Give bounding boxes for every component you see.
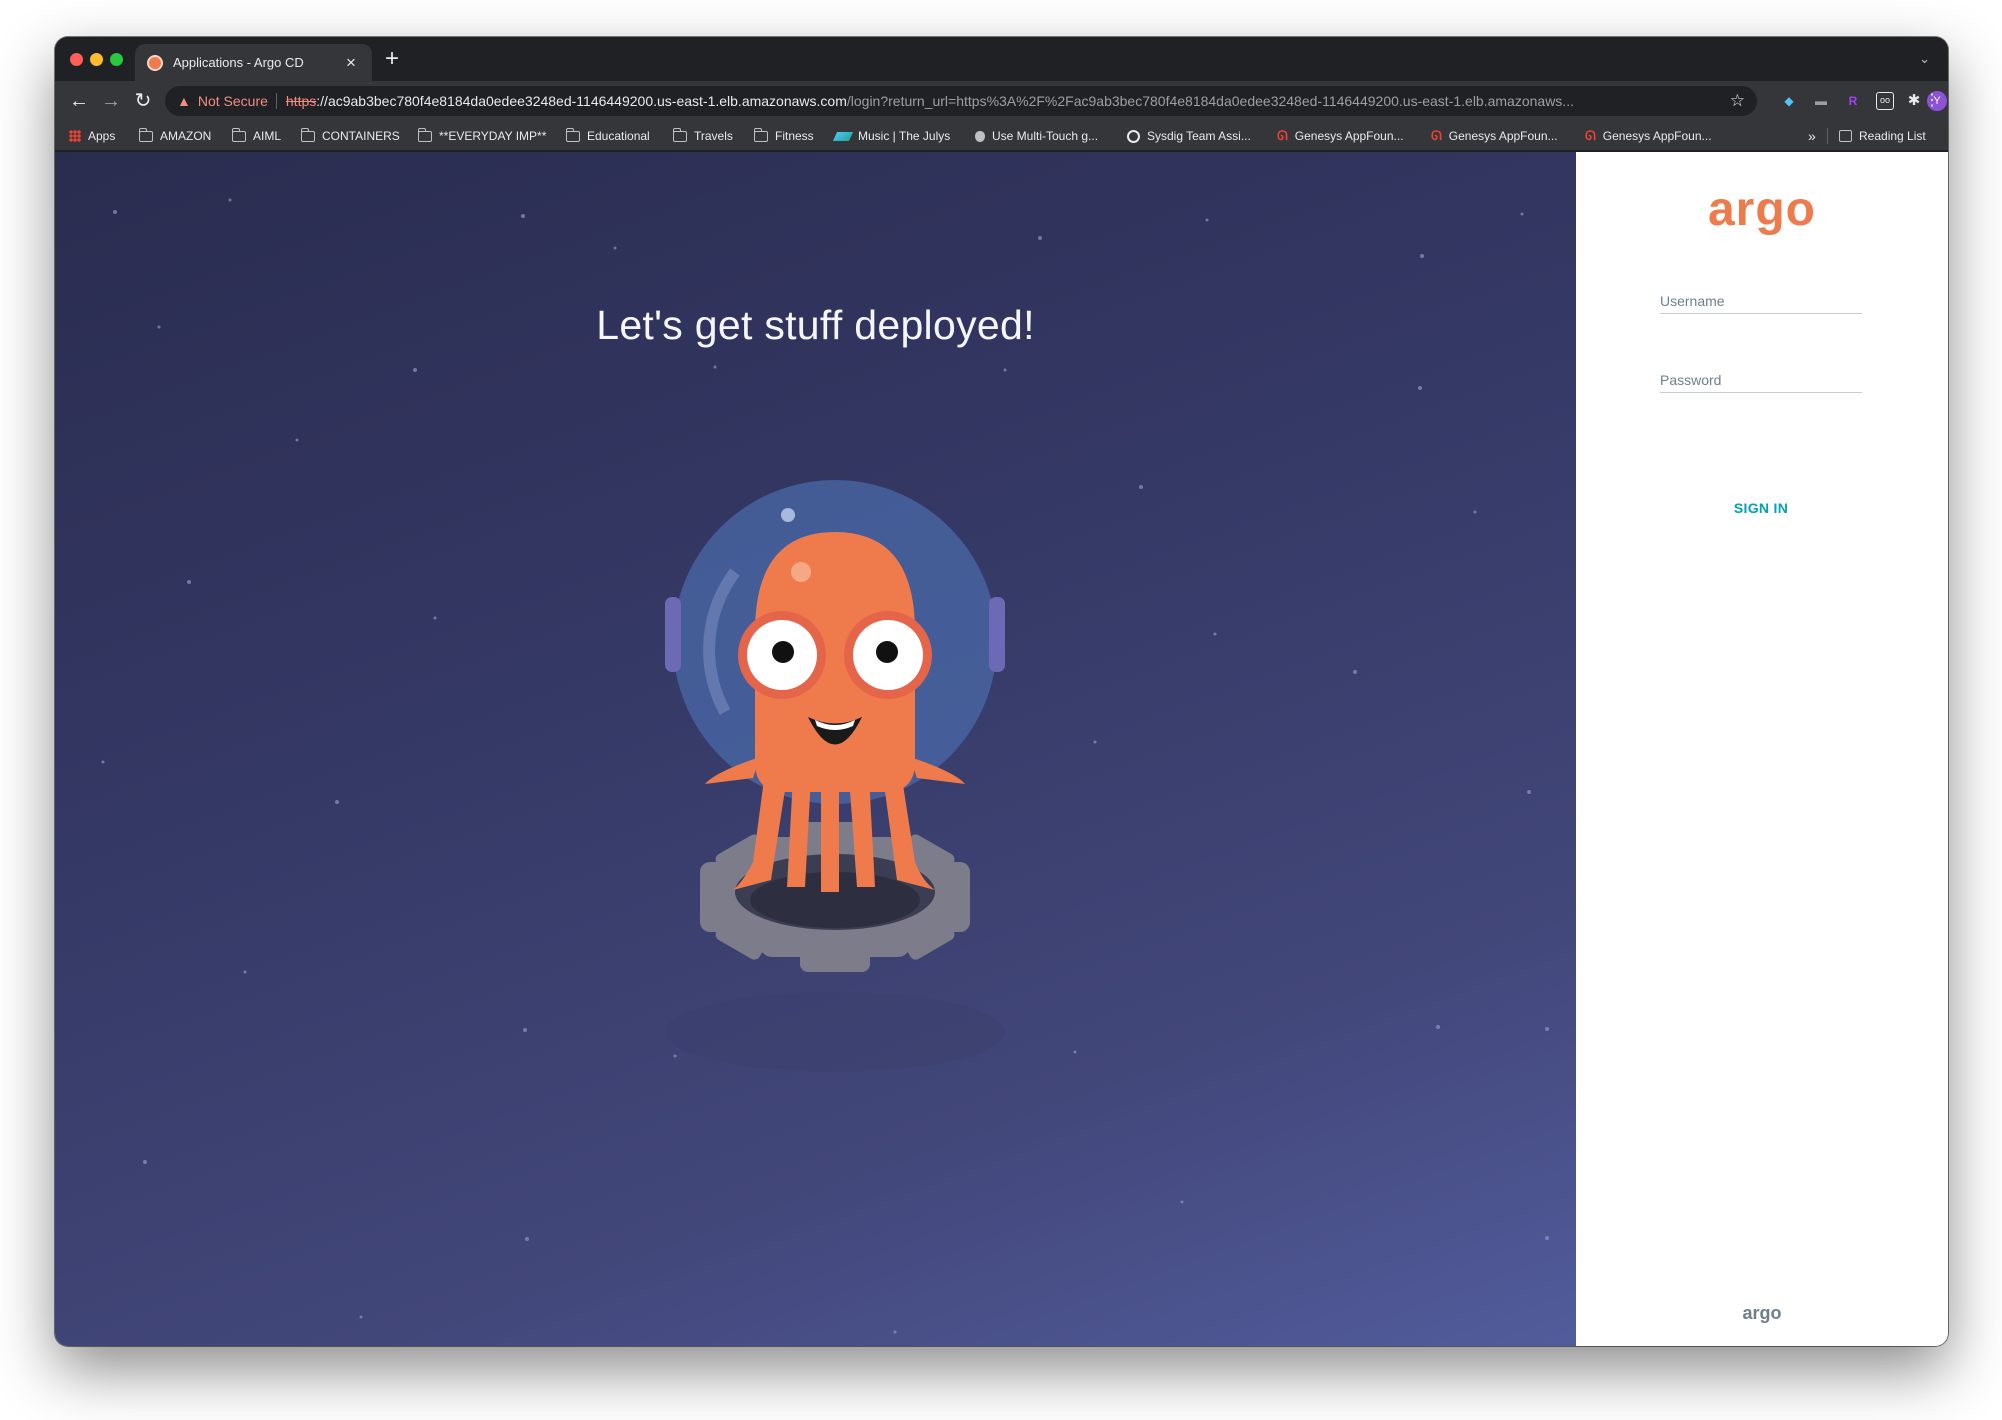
folder-icon [138, 127, 153, 142]
bookmark-label: **EVERYDAY IMP** [439, 129, 547, 143]
forward-arrow-icon[interactable]: → [99, 89, 123, 113]
bookmark-label: Genesys AppFoun... [1294, 129, 1404, 143]
username-field[interactable] [1660, 282, 1862, 314]
music-site-icon [832, 131, 854, 141]
extension-r-icon[interactable]: R [1844, 92, 1862, 110]
reading-list-button[interactable]: Reading List [1839, 121, 1926, 151]
url-host: ac9ab3bec780f4e8184da0edee3248ed-1146449… [327, 93, 847, 109]
folder-icon [753, 127, 768, 142]
genesys-icon: ᘏ [1431, 128, 1442, 143]
bookmark-label: Use Multi-Touch g... [992, 129, 1099, 143]
bookmark-label: Music | The Julys [858, 129, 951, 143]
username-input[interactable] [1660, 282, 1862, 313]
tab-strip: Applications - Argo CD × + ⌄ [55, 37, 1948, 81]
reading-list-label: Reading List [1859, 129, 1926, 143]
tab-title: Applications - Argo CD [173, 55, 304, 70]
bookmark-label: Educational [587, 129, 650, 143]
url-scheme: https [285, 93, 317, 109]
bookmark-label: CONTAINERS [322, 129, 400, 143]
genesys-icon: ᘏ [1585, 128, 1596, 143]
apple-icon [975, 130, 985, 142]
bookmark-label: Genesys AppFoun... [1448, 129, 1558, 143]
bookmark-music-the-julys[interactable]: Music | The Julys [832, 121, 951, 151]
bookmark-label: AMAZON [160, 129, 212, 143]
address-divider [275, 93, 277, 109]
bookmark-folder-everyday-imp[interactable]: **EVERYDAY IMP** [417, 121, 547, 151]
folder-icon [672, 127, 687, 142]
zoom-window-button[interactable] [110, 53, 123, 66]
bookmark-label: Apps [88, 129, 116, 143]
bookmark-sysdig[interactable]: Sysdig Team Assi... [1127, 121, 1251, 151]
address-bar[interactable]: ▲ Not Secure https :// ac9ab3bec780f4e81… [165, 86, 1757, 116]
folder-icon [565, 127, 580, 142]
close-window-button[interactable] [70, 53, 83, 66]
new-tab-button[interactable]: + [385, 47, 399, 71]
bookmark-label: Genesys AppFoun... [1602, 129, 1712, 143]
password-input[interactable] [1660, 361, 1862, 392]
hero-panel: Let's get stuff deployed! [55, 152, 1576, 1346]
reading-list-icon [1839, 130, 1852, 142]
browser-toolbar: ← → ↻ ▲ Not Secure https :// ac9ab3bec78… [55, 81, 1948, 121]
bookmarks-overflow-button[interactable]: » [1808, 121, 1816, 151]
tab-argo-cd[interactable]: Applications - Argo CD × [135, 44, 372, 81]
apps-grid-icon [69, 130, 81, 142]
extension-film-icon[interactable]: ▬ [1812, 92, 1830, 110]
chevron-double-right-icon: » [1808, 128, 1816, 144]
bookmark-apps[interactable]: Apps [69, 121, 115, 151]
footer-argo-logo: argo [1742, 1303, 1782, 1323]
genesys-icon: ᘏ [1277, 128, 1288, 143]
extension-diamond-icon[interactable]: ◆ [1780, 92, 1798, 110]
bookmark-folder-containers[interactable]: CONTAINERS [300, 121, 400, 151]
tab-search-icon[interactable]: ⌄ [1919, 51, 1930, 67]
url-scheme-separator: :// [316, 93, 328, 109]
browser-window: Applications - Argo CD × + ⌄ ← → ↻ ▲ Not… [55, 37, 1948, 1346]
folder-icon [231, 127, 246, 142]
bookmarks-bar: Apps AMAZON AIML CONTAINERS **EVERYDAY I… [55, 121, 1948, 151]
bookmarks-divider [1827, 128, 1828, 144]
argo-logo: argo [1707, 183, 1816, 236]
argo-octopus-mascot-icon [665, 480, 1005, 1072]
bookmark-folder-amazon[interactable]: AMAZON [138, 121, 212, 151]
page-content: Let's get stuff deployed! argo Username … [55, 152, 1948, 1346]
password-field[interactable] [1660, 361, 1862, 393]
login-panel: argo SIGN IN argo [1576, 152, 1948, 1346]
tab-close-icon[interactable]: × [342, 53, 360, 73]
bookmark-multi-touch[interactable]: Use Multi-Touch g... [975, 121, 1098, 151]
browser-menu-icon[interactable]: ⋮ [1924, 90, 1940, 110]
globe-icon [1127, 129, 1140, 143]
reload-icon[interactable]: ↻ [131, 89, 155, 113]
sign-in-button[interactable]: SIGN IN [1686, 492, 1836, 524]
folder-icon [300, 127, 315, 142]
minimize-window-button[interactable] [90, 53, 103, 66]
not-secure-label[interactable]: Not Secure [198, 93, 268, 109]
folder-icon [417, 127, 432, 142]
bookmark-label: AIML [253, 129, 282, 143]
bookmark-label: Travels [694, 129, 733, 143]
extension-glasses-icon[interactable]: oo [1876, 92, 1894, 110]
bookmark-star-icon[interactable]: ☆ [1730, 91, 1745, 111]
bookmark-label: Fitness [775, 129, 814, 143]
argo-favicon-icon [147, 54, 163, 71]
bookmark-label: Sysdig Team Assi... [1147, 129, 1251, 143]
warning-triangle-icon[interactable]: ▲ [177, 93, 191, 109]
bookmark-folder-travels[interactable]: Travels [672, 121, 733, 151]
bookmark-folder-fitness[interactable]: Fitness [753, 121, 814, 151]
bookmark-genesys-1[interactable]: ᘏ Genesys AppFoun... [1277, 121, 1404, 151]
bookmark-folder-aiml[interactable]: AIML [231, 121, 282, 151]
hero-heading: Let's get stuff deployed! [596, 302, 1035, 348]
extensions-puzzle-icon[interactable]: ✱ [1905, 92, 1923, 110]
back-arrow-icon[interactable]: ← [67, 89, 91, 113]
bookmark-genesys-2[interactable]: ᘏ Genesys AppFoun... [1431, 121, 1558, 151]
bookmark-folder-educational[interactable]: Educational [565, 121, 650, 151]
bookmark-genesys-3[interactable]: ᘏ Genesys AppFoun... [1585, 121, 1712, 151]
url-path: /login?return_url=https%3A%2F%2Fac9ab3be… [846, 93, 1574, 109]
